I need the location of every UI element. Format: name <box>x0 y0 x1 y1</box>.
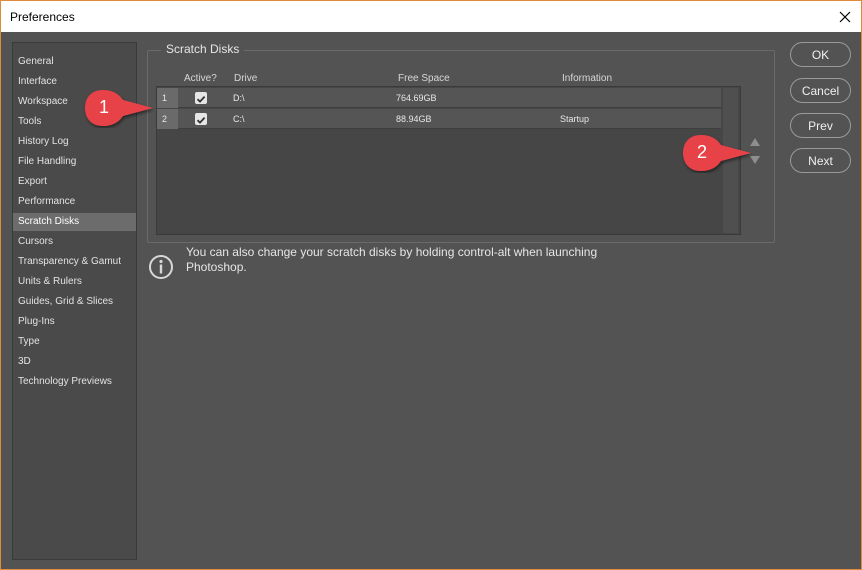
column-header-active: Active? <box>184 73 217 84</box>
row-body: C:\ 88.94GB Startup <box>178 109 721 129</box>
sidebar-item-guides-grid-slices[interactable]: Guides, Grid & Slices <box>13 293 136 311</box>
prev-button[interactable]: Prev <box>790 113 851 138</box>
sidebar-item-cursors[interactable]: Cursors <box>13 233 136 251</box>
sidebar-item-3d[interactable]: 3D <box>13 353 136 371</box>
sidebar-item-technology-previews[interactable]: Technology Previews <box>13 373 136 391</box>
sidebar-item-units-rulers[interactable]: Units & Rulers <box>13 273 136 291</box>
sidebar-item-type[interactable]: Type <box>13 333 136 351</box>
column-header-information: Information <box>562 73 613 84</box>
drive-cell: C:\ <box>233 114 245 124</box>
column-header-drive: Drive <box>234 73 258 84</box>
callout-bubble-icon <box>85 90 153 126</box>
info-icon <box>148 254 174 285</box>
sidebar-item-file-handling[interactable]: File Handling <box>13 153 136 171</box>
row-number: 1 <box>157 88 178 108</box>
preferences-window: Preferences General Interface Workspace … <box>0 0 862 570</box>
callout-2: 2 <box>681 133 753 173</box>
information-cell: Startup <box>560 114 590 124</box>
check-icon <box>196 116 206 124</box>
drive-cell: D:\ <box>233 93 245 103</box>
free-space-cell: 764.69GB <box>396 93 437 103</box>
callout-1-label: 1 <box>99 97 110 117</box>
callout-2-label: 2 <box>697 142 708 162</box>
group-title: Scratch Disks <box>161 42 245 56</box>
sidebar-item-history-log[interactable]: History Log <box>13 133 136 151</box>
sidebar-item-plug-ins[interactable]: Plug-Ins <box>13 313 136 331</box>
callout-1: 1 <box>83 88 155 128</box>
column-header-free-space: Free Space <box>398 73 450 84</box>
row-number: 2 <box>157 109 178 129</box>
check-icon <box>196 95 206 103</box>
sidebar-item-export[interactable]: Export <box>13 173 136 191</box>
active-checkbox[interactable] <box>195 92 207 104</box>
cancel-button[interactable]: Cancel <box>790 78 851 103</box>
info-message: You can also change your scratch disks b… <box>186 245 598 274</box>
dialog-content: General Interface Workspace Tools Histor… <box>1 32 861 569</box>
next-button[interactable]: Next <box>790 148 851 173</box>
row-body: D:\ 764.69GB <box>178 88 721 108</box>
table-row[interactable]: 1 D:\ 764.69GB <box>157 88 721 108</box>
sidebar-item-performance[interactable]: Performance <box>13 193 136 211</box>
title-bar: Preferences <box>1 1 861 32</box>
close-icon[interactable] <box>829 1 861 32</box>
sidebar-item-transparency-gamut[interactable]: Transparency & Gamut <box>13 253 136 271</box>
active-checkbox[interactable] <box>195 113 207 125</box>
window-title: Preferences <box>10 10 75 24</box>
sidebar-item-general[interactable]: General <box>13 53 136 71</box>
ok-button[interactable]: OK <box>790 42 851 67</box>
table-row[interactable]: 2 C:\ 88.94GB Startup <box>157 109 721 129</box>
callout-bubble-icon <box>683 135 751 171</box>
sidebar-item-scratch-disks[interactable]: Scratch Disks <box>13 213 136 231</box>
free-space-cell: 88.94GB <box>396 114 432 124</box>
